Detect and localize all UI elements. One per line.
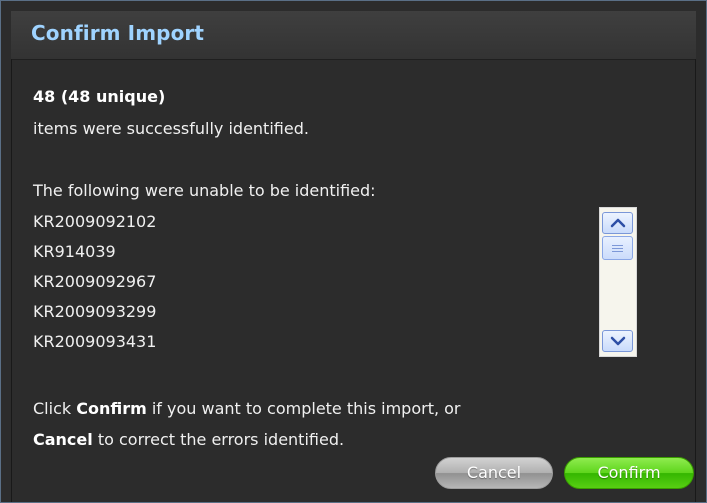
instructions-prefix: Click bbox=[33, 399, 77, 418]
dialog-title-bar: Confirm Import bbox=[11, 11, 696, 60]
scroll-thumb[interactable] bbox=[602, 236, 633, 260]
scroll-up-button[interactable] bbox=[602, 212, 633, 234]
dialog-right-frame bbox=[695, 59, 696, 502]
unidentified-list[interactable]: KR2009092102 KR914039 KR2009092967 KR200… bbox=[33, 207, 593, 357]
confirm-button[interactable]: Confirm bbox=[564, 457, 694, 489]
list-item: KR2009093299 bbox=[33, 302, 157, 321]
thumb-grip-line bbox=[612, 245, 623, 246]
chevron-up-icon bbox=[610, 218, 626, 228]
identified-count: 48 (48 unique) bbox=[33, 87, 166, 106]
dialog-title: Confirm Import bbox=[31, 21, 205, 45]
instructions-suffix: if you want to complete this import, or bbox=[146, 399, 461, 418]
list-item: KR2009092102 bbox=[33, 212, 157, 231]
dialog-left-frame bbox=[11, 59, 12, 502]
scroll-down-button[interactable] bbox=[602, 330, 633, 352]
list-item: KR2009092967 bbox=[33, 272, 157, 291]
instructions-line-2: Cancel to correct the errors identified. bbox=[33, 430, 344, 449]
unidentified-header: The following were unable to be identifi… bbox=[33, 181, 376, 200]
identified-message: items were successfully identified. bbox=[33, 119, 309, 138]
instructions-line2-suffix: to correct the errors identified. bbox=[92, 430, 345, 449]
chevron-down-icon bbox=[610, 336, 626, 346]
confirm-import-dialog: Confirm Import 48 (48 unique) items were… bbox=[0, 0, 707, 503]
thumb-grip-line bbox=[612, 248, 623, 249]
list-item: KR914039 bbox=[33, 242, 116, 261]
cancel-button[interactable]: Cancel bbox=[435, 457, 553, 489]
instructions-cancel-word: Cancel bbox=[33, 430, 93, 449]
instructions-line-1: Click Confirm if you want to complete th… bbox=[33, 399, 461, 418]
list-scrollbar[interactable] bbox=[599, 207, 637, 357]
instructions-confirm-word: Confirm bbox=[76, 399, 147, 418]
thumb-grip-line bbox=[612, 251, 623, 252]
list-item: KR2009093431 bbox=[33, 332, 157, 351]
